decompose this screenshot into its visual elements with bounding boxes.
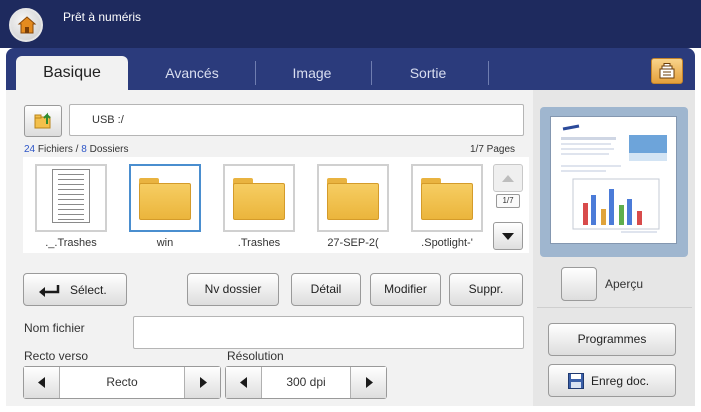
file-thumbnail bbox=[223, 164, 295, 232]
file-item[interactable]: .Trashes bbox=[223, 164, 295, 249]
detail-button[interactable]: Détail bbox=[291, 273, 361, 306]
triangle-up-icon bbox=[502, 175, 514, 182]
file-item-selected[interactable]: win bbox=[129, 164, 201, 249]
list-scroller: 1/7 bbox=[493, 164, 523, 250]
page-title: Prêt à numéris bbox=[63, 10, 142, 24]
resolution-next-button[interactable] bbox=[350, 367, 386, 398]
file-label: .Spotlight-' bbox=[421, 237, 473, 249]
duplex-stepper: Recto bbox=[23, 366, 221, 399]
file-thumbnail bbox=[129, 164, 201, 232]
file-thumbnail bbox=[317, 164, 389, 232]
scroll-down-button[interactable] bbox=[493, 222, 523, 250]
save-doc-label: Enreg doc. bbox=[591, 374, 650, 388]
preview-label: Aperçu bbox=[605, 277, 644, 291]
triangle-right-icon bbox=[200, 377, 207, 388]
scroll-page-indicator: 1/7 bbox=[496, 194, 520, 208]
file-label: 27-SEP-2( bbox=[327, 237, 379, 249]
file-list: ._.Trashes win .Trashes 27-SEP-2( .Spotl… bbox=[23, 157, 529, 253]
filename-input[interactable] bbox=[133, 316, 524, 349]
tab-bar: Basique Avancés Image Sortie bbox=[6, 48, 695, 90]
file-counts: 24 Fichiers / 8 Dossiers bbox=[24, 144, 129, 155]
folder-icon bbox=[421, 178, 473, 220]
triangle-left-icon bbox=[38, 377, 45, 388]
floppy-disk-icon bbox=[568, 373, 584, 389]
triangle-left-icon bbox=[240, 377, 247, 388]
path-field: USB :/ bbox=[69, 104, 524, 136]
files-label: Fichiers / bbox=[35, 144, 82, 155]
tab-image[interactable]: Image bbox=[256, 56, 368, 90]
page-indicator: 1/7 Pages bbox=[470, 144, 516, 155]
delete-button[interactable]: Suppr. bbox=[449, 273, 523, 306]
file-thumbnail bbox=[35, 164, 107, 232]
duplex-value: Recto bbox=[106, 375, 138, 389]
file-item[interactable]: 27-SEP-2( bbox=[317, 164, 389, 249]
files-count: 24 bbox=[24, 144, 36, 155]
folder-up-icon bbox=[34, 112, 51, 129]
tab-basique[interactable]: Basique bbox=[16, 56, 128, 90]
programs-button[interactable]: Programmes bbox=[548, 323, 676, 356]
title-bar bbox=[0, 0, 701, 48]
new-folder-button[interactable]: Nv dossier bbox=[187, 273, 279, 306]
tab-sortie[interactable]: Sortie bbox=[372, 56, 484, 90]
triangle-right-icon bbox=[366, 377, 373, 388]
folder-icon bbox=[139, 178, 191, 220]
duplex-next-button[interactable] bbox=[184, 367, 220, 398]
folder-icon bbox=[233, 178, 285, 220]
duplex-label: Recto verso bbox=[24, 349, 89, 363]
document-icon bbox=[52, 169, 90, 223]
resolution-label: Résolution bbox=[227, 349, 284, 363]
folder-icon bbox=[327, 178, 379, 220]
enter-arrow-icon bbox=[39, 285, 60, 297]
home-button[interactable] bbox=[9, 8, 43, 42]
file-item[interactable]: .Spotlight-' bbox=[411, 164, 483, 249]
resolution-value: 300 dpi bbox=[286, 375, 326, 389]
duplex-prev-button[interactable] bbox=[24, 367, 60, 398]
modify-button[interactable]: Modifier bbox=[370, 273, 441, 306]
triangle-down-icon bbox=[502, 233, 514, 240]
parent-folder-button[interactable] bbox=[24, 105, 62, 137]
tab-avances[interactable]: Avancés bbox=[136, 56, 248, 90]
resolution-prev-button[interactable] bbox=[226, 367, 262, 398]
file-label: .Trashes bbox=[237, 237, 281, 249]
select-button[interactable]: Sélect. bbox=[23, 273, 127, 306]
preview-thumbnail bbox=[550, 116, 677, 244]
preview-panel bbox=[540, 107, 688, 257]
resolution-stepper: 300 dpi bbox=[225, 366, 387, 399]
select-label: Sélect. bbox=[70, 283, 107, 297]
divider bbox=[537, 307, 692, 308]
file-label: win bbox=[156, 237, 174, 249]
filename-label: Nom fichier bbox=[24, 321, 85, 335]
save-doc-button[interactable]: Enreg doc. bbox=[548, 364, 676, 397]
file-thumbnail bbox=[411, 164, 483, 232]
file-label: ._.Trashes bbox=[45, 237, 97, 249]
tab-separator bbox=[488, 61, 489, 85]
home-icon bbox=[17, 16, 37, 34]
document-preview-image bbox=[561, 124, 667, 233]
stack-icon bbox=[659, 63, 675, 79]
scroll-up-button[interactable] bbox=[493, 164, 523, 192]
job-build-button[interactable] bbox=[651, 58, 683, 84]
folders-label: Dossiers bbox=[86, 144, 129, 155]
file-item[interactable]: ._.Trashes bbox=[35, 164, 107, 249]
preview-toggle[interactable] bbox=[561, 267, 597, 301]
